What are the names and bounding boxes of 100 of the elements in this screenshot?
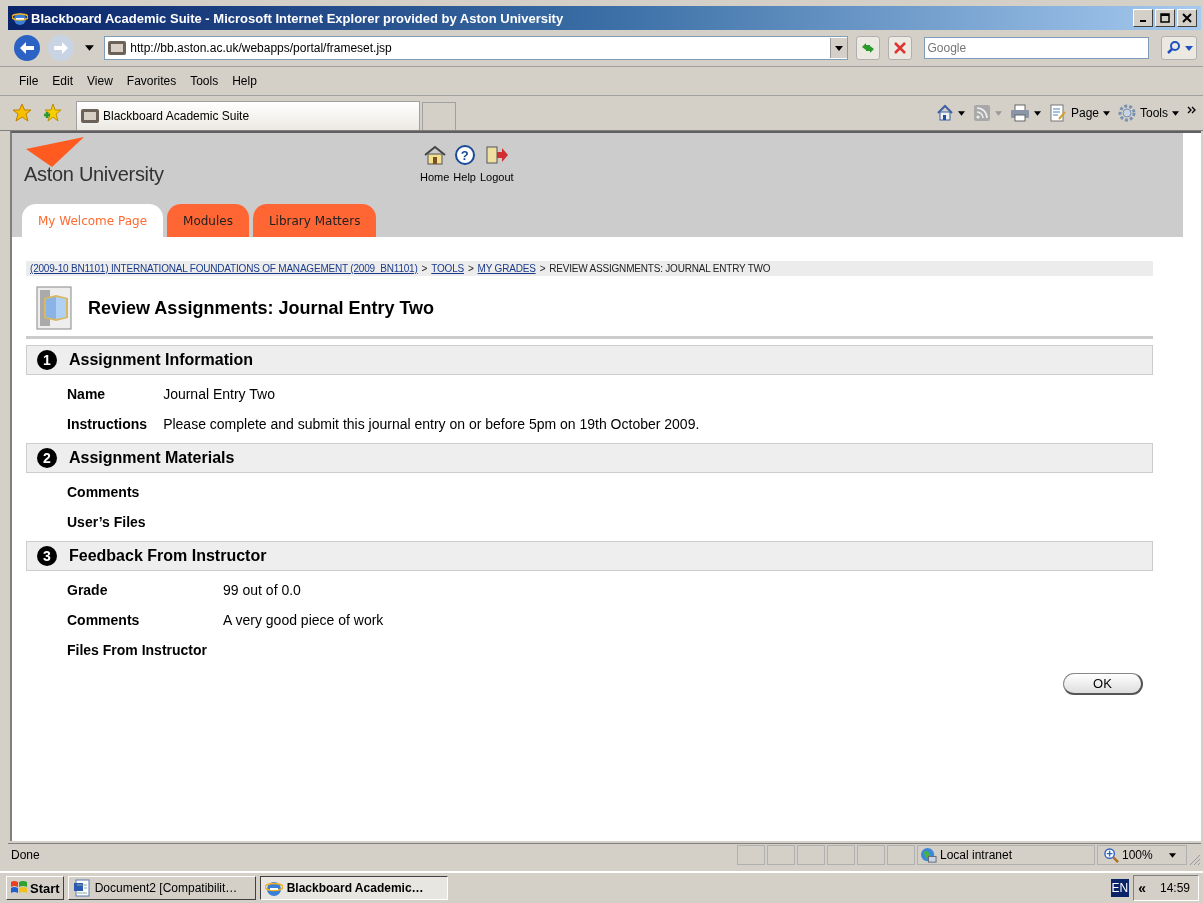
star-icon[interactable] — [12, 103, 32, 123]
zoom-button[interactable]: 100% — [1097, 845, 1187, 865]
minimize-icon — [1140, 20, 1146, 22]
add-star-icon[interactable] — [42, 103, 62, 123]
field-label: Name — [67, 385, 107, 404]
menu-item[interactable]: Edit — [45, 74, 81, 88]
dropdown-button[interactable] — [829, 38, 847, 58]
security-zone: Local intranet — [917, 845, 1095, 865]
chevron-icon[interactable] — [1187, 106, 1197, 114]
step-number: 3 — [37, 546, 57, 566]
caret-icon — [1033, 110, 1041, 116]
logo-triangle-icon — [26, 137, 84, 167]
dropdown-arrow-icon[interactable] — [85, 45, 95, 51]
field-value: Journal Entry Two — [163, 385, 276, 404]
breadcrumb-separator: > — [467, 263, 474, 274]
gear-icon — [1118, 104, 1136, 122]
zoom-icon — [1104, 847, 1119, 863]
page-icon — [81, 109, 99, 123]
print-button[interactable] — [1009, 104, 1041, 122]
globe-e-icon — [12, 10, 28, 26]
search-field[interactable]: Google — [923, 37, 1150, 59]
door-arrow-icon — [484, 145, 509, 165]
minimize-button[interactable] — [1133, 9, 1153, 27]
menu-item[interactable]: Favorites — [119, 74, 184, 88]
field-label: Files From Instructor — [67, 641, 208, 660]
field-label: Comments — [67, 483, 141, 502]
section-title: Feedback From Instructor — [69, 547, 267, 565]
tab[interactable]: Modules — [167, 204, 249, 237]
status-panel — [887, 845, 915, 865]
windows-flag-icon — [10, 880, 28, 896]
status-panel — [797, 845, 825, 865]
start-button[interactable]: Start — [6, 876, 64, 900]
feed-icon — [972, 104, 991, 122]
caret-icon — [1169, 852, 1176, 858]
ok-button[interactable]: OK — [1063, 673, 1143, 695]
page-icon — [108, 41, 127, 55]
breadcrumb-link[interactable]: (2009-10 BN1101) INTERNATIONAL FOUNDATIONS OF MANAGEMENT (2009_BN1101) — [30, 263, 418, 274]
globe-computer-icon — [920, 846, 937, 864]
resize-grip-icon[interactable] — [1189, 854, 1201, 866]
field-label: Grade — [67, 581, 109, 600]
page-title: Review Assignments: Journal Entry Two — [88, 297, 435, 319]
field-label: Instructions — [67, 415, 148, 434]
logo-text: Aston University — [24, 163, 165, 186]
field-label: Comments — [67, 611, 141, 630]
printer-icon — [1009, 104, 1030, 122]
caret-icon — [957, 110, 965, 116]
stop-button[interactable] — [887, 36, 912, 60]
caret-icon — [834, 45, 843, 51]
taskbar-button[interactable]: Blackboard Academic… — [259, 876, 448, 900]
page-menu-button[interactable]: Page — [1048, 104, 1110, 122]
breadcrumb-link[interactable]: TOOLS — [431, 263, 464, 274]
menu-item[interactable]: Tools — [183, 74, 226, 88]
status-text: Done — [10, 848, 41, 862]
document-icon — [1048, 104, 1067, 122]
menu-item[interactable]: Help — [225, 74, 264, 88]
status-panel — [767, 845, 795, 865]
document-icon — [72, 879, 91, 897]
field-value: A very good piece of work — [223, 611, 385, 630]
taskbar-button[interactable]: Document2 [Compatibilit… — [67, 876, 256, 900]
breadcrumb-link[interactable]: MY GRADES — [477, 263, 536, 274]
back-button[interactable] — [12, 33, 42, 63]
menu-item[interactable]: File — [12, 74, 46, 88]
browser-tab[interactable]: Blackboard Academic Suite — [76, 101, 420, 130]
book-icon — [36, 286, 72, 330]
cross-icon — [891, 40, 908, 56]
maximize-button[interactable] — [1155, 9, 1175, 27]
home-link[interactable]: Home — [420, 145, 450, 203]
close-icon — [1182, 13, 1192, 23]
menu-item[interactable]: View — [80, 74, 120, 88]
logout-link[interactable]: Logout — [479, 145, 514, 203]
help-icon: ? — [454, 145, 475, 165]
close-button[interactable] — [1177, 9, 1197, 27]
section-title: Assignment Information — [69, 351, 253, 369]
breadcrumb-separator: > — [539, 263, 546, 274]
window-title: Blackboard Academic Suite - Microsoft Internet Explorer provided by Aston University — [31, 10, 565, 26]
caret-icon — [1172, 110, 1179, 116]
caret-icon — [1103, 110, 1110, 116]
tools-menu-button[interactable]: Tools — [1118, 104, 1179, 122]
help-link[interactable]: ? Help — [453, 145, 476, 203]
step-number: 1 — [37, 350, 57, 370]
tab[interactable]: Library Matters — [252, 204, 377, 237]
maximize-icon — [1160, 13, 1170, 23]
status-panel — [827, 845, 855, 865]
address-field[interactable]: http://bb.aston.ac.uk/webapps/portal/frameset.jsp — [104, 36, 848, 60]
clock: 14:59 — [1159, 881, 1190, 895]
refresh-button[interactable] — [855, 36, 880, 60]
home-button[interactable] — [935, 104, 965, 122]
house-icon — [423, 145, 446, 165]
search-icon — [1165, 40, 1182, 56]
caret-icon — [994, 110, 1002, 116]
field-label: User’s Files — [67, 513, 146, 532]
status-panel — [857, 845, 885, 865]
breadcrumb-current: REVIEW ASSIGNMENTS: JOURNAL ENTRY TWO — [549, 263, 771, 274]
field-value: Please complete and submit this journal entry on or before 5pm on 19th October 2009. — [163, 415, 701, 434]
breadcrumb-separator: > — [421, 263, 428, 274]
status-panel — [737, 845, 765, 865]
language-indicator[interactable]: EN — [1110, 879, 1130, 897]
search-button[interactable] — [1161, 36, 1197, 60]
expand-tray-button[interactable]: « — [1138, 880, 1146, 896]
field-value: 99 out of 0.0 — [223, 581, 302, 600]
